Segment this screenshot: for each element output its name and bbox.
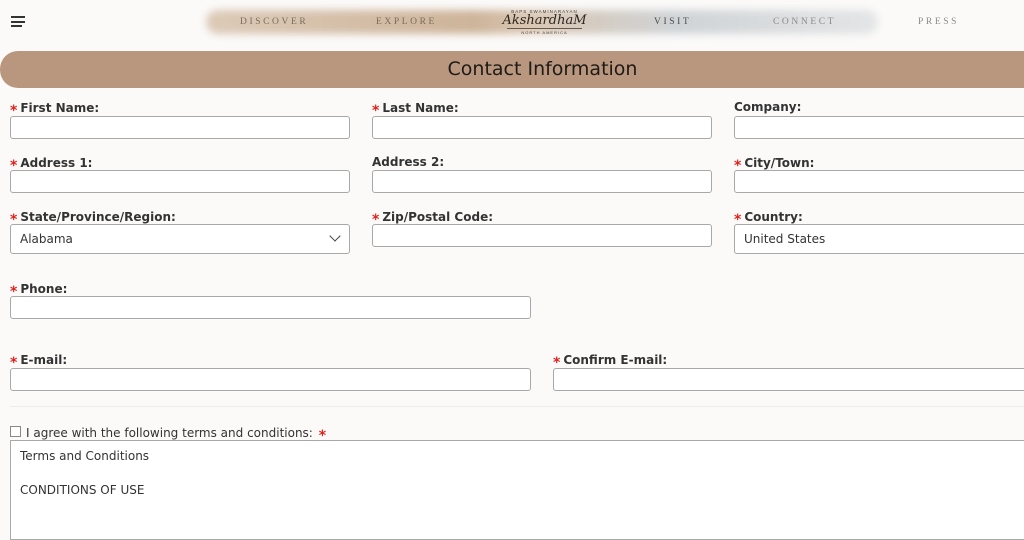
phone-label: * Phone:	[10, 282, 68, 300]
last-name-input[interactable]	[372, 116, 712, 139]
divider	[10, 406, 1024, 407]
state-selected-value: Alabama	[20, 232, 73, 246]
menu-icon[interactable]	[11, 16, 25, 27]
nav-connect[interactable]: CONNECT	[773, 17, 836, 27]
state-label: * State/Province/Region:	[10, 210, 176, 228]
state-select[interactable]: Alabama	[10, 224, 350, 254]
company-label: Company:	[734, 100, 802, 114]
company-input[interactable]	[734, 116, 1024, 139]
address1-input[interactable]	[10, 170, 350, 193]
terms-textarea[interactable]: Terms and Conditions CONDITIONS OF USE	[10, 440, 1024, 540]
address1-label: * Address 1:	[10, 156, 93, 174]
first-name-input[interactable]	[10, 116, 350, 139]
last-name-label: * Last Name:	[372, 101, 459, 119]
section-title: Contact Information	[447, 58, 638, 80]
zip-input[interactable]	[372, 224, 712, 247]
first-name-label: * First Name:	[10, 101, 100, 119]
logo-bottom-text: NORTH AMERICA	[507, 28, 582, 35]
chevron-down-icon	[329, 230, 341, 242]
city-input[interactable]	[734, 170, 1024, 193]
email-input[interactable]	[10, 368, 531, 391]
top-navigation: DISCOVER EXPLORE BAPS SWAMINARAYAN Aksha…	[0, 0, 1024, 46]
country-select[interactable]: United States	[734, 224, 1024, 254]
nav-press[interactable]: PRESS	[918, 17, 959, 27]
agree-label: I agree with the following terms and con…	[26, 426, 327, 444]
nav-explore[interactable]: EXPLORE	[376, 17, 437, 27]
nav-discover[interactable]: DISCOVER	[240, 17, 308, 27]
country-label: * Country:	[734, 210, 803, 228]
logo-main-text: AkshardhaM	[502, 13, 587, 28]
address2-input[interactable]	[372, 170, 712, 193]
confirm-email-label: * Confirm E-mail:	[553, 353, 668, 371]
phone-input[interactable]	[10, 296, 531, 319]
zip-label: * Zip/Postal Code:	[372, 210, 493, 228]
nav-visit[interactable]: VISIT	[654, 17, 691, 27]
akshardham-logo[interactable]: BAPS SWAMINARAYAN AkshardhaM NORTH AMERI…	[497, 9, 592, 37]
city-label: * City/Town:	[734, 156, 815, 174]
agree-checkbox[interactable]	[10, 426, 21, 437]
terms-subheading: CONDITIONS OF USE	[20, 483, 145, 497]
address2-label: Address 2:	[372, 155, 445, 169]
email-label: * E-mail:	[10, 353, 68, 371]
terms-heading: Terms and Conditions	[20, 449, 150, 463]
confirm-email-input[interactable]	[553, 368, 1024, 391]
